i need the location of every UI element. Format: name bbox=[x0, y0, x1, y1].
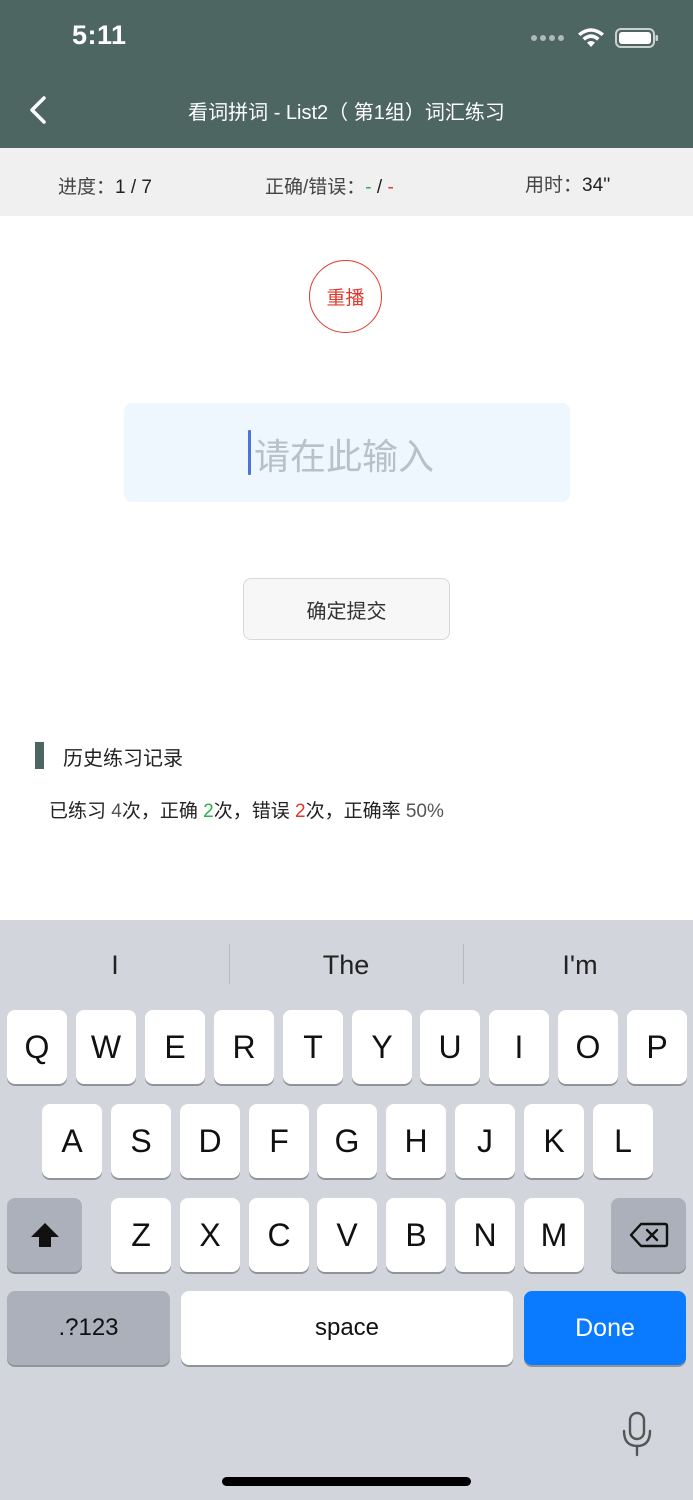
key-a[interactable]: A bbox=[42, 1104, 102, 1178]
key-x[interactable]: X bbox=[180, 1198, 240, 1272]
microphone-icon bbox=[622, 1411, 652, 1457]
key-k[interactable]: K bbox=[524, 1104, 584, 1178]
shift-key[interactable] bbox=[7, 1198, 82, 1272]
wifi-icon bbox=[578, 28, 604, 47]
done-key[interactable]: Done bbox=[524, 1291, 686, 1365]
history-title-marker bbox=[35, 742, 44, 769]
nav-header: 5:11 看词拼词 - List2（ 第1组）词汇练习 bbox=[0, 0, 693, 148]
history-prefix: 已练习 bbox=[49, 801, 112, 822]
wrong-value: - bbox=[387, 177, 394, 198]
time-label: 用时： bbox=[525, 175, 583, 196]
key-m[interactable]: M bbox=[524, 1198, 584, 1272]
practiced-count: 4 bbox=[111, 801, 122, 822]
replay-button[interactable]: 重播 bbox=[309, 260, 382, 333]
key-i[interactable]: I bbox=[489, 1010, 549, 1084]
status-icons bbox=[531, 24, 659, 52]
key-v[interactable]: V bbox=[317, 1198, 377, 1272]
time-value: 34'' bbox=[582, 175, 611, 196]
suggestion-divider bbox=[463, 944, 464, 984]
correct-wrong-stat: 正确/错误：- / - bbox=[265, 172, 394, 199]
page-title: 看词拼词 - List2（ 第1组）词汇练习 bbox=[188, 102, 505, 124]
correct-wrong-separator: / bbox=[376, 177, 383, 198]
correct-wrong-label: 正确/错误： bbox=[265, 177, 366, 198]
key-u[interactable]: U bbox=[420, 1010, 480, 1084]
time-stat: 用时：34'' bbox=[525, 170, 610, 197]
correct-value: - bbox=[365, 177, 372, 198]
key-c[interactable]: C bbox=[249, 1198, 309, 1272]
key-f[interactable]: F bbox=[249, 1104, 309, 1178]
correct-suffix: 次，错误 bbox=[213, 801, 295, 822]
suggestion-2[interactable]: The bbox=[231, 950, 461, 981]
progress-stat: 进度：1 / 7 bbox=[58, 172, 152, 199]
space-key[interactable]: space bbox=[181, 1291, 513, 1365]
backspace-key[interactable] bbox=[611, 1198, 686, 1272]
key-n[interactable]: N bbox=[455, 1198, 515, 1272]
key-e[interactable]: E bbox=[145, 1010, 205, 1084]
history-summary: 已练习 4次，正确 2次，错误 2次，正确率 50% bbox=[49, 796, 444, 823]
progress-label: 进度： bbox=[58, 177, 116, 198]
key-b[interactable]: B bbox=[386, 1198, 446, 1272]
backspace-icon bbox=[629, 1222, 668, 1248]
suggestion-1[interactable]: I bbox=[0, 950, 230, 981]
key-j[interactable]: J bbox=[455, 1104, 515, 1178]
history-title: 历史练习记录 bbox=[63, 748, 183, 770]
key-q[interactable]: Q bbox=[7, 1010, 67, 1084]
key-o[interactable]: O bbox=[558, 1010, 618, 1084]
text-caret bbox=[248, 430, 251, 475]
submit-button[interactable]: 确定提交 bbox=[243, 578, 450, 640]
key-s[interactable]: S bbox=[111, 1104, 171, 1178]
home-indicator bbox=[222, 1477, 471, 1486]
wrong-suffix: 次，正确率 bbox=[305, 801, 406, 822]
suggestion-3[interactable]: I'm bbox=[465, 950, 693, 981]
numbers-key[interactable]: .?123 bbox=[7, 1291, 170, 1365]
history-wrong-count: 2 bbox=[295, 801, 306, 822]
key-t[interactable]: T bbox=[283, 1010, 343, 1084]
suggestion-divider bbox=[229, 944, 230, 984]
practiced-suffix: 次，正确 bbox=[121, 801, 204, 822]
key-l[interactable]: L bbox=[593, 1104, 653, 1178]
key-y[interactable]: Y bbox=[352, 1010, 412, 1084]
signal-icon bbox=[531, 35, 567, 41]
key-p[interactable]: P bbox=[627, 1010, 687, 1084]
status-time: 5:11 bbox=[72, 20, 127, 50]
shift-icon bbox=[30, 1223, 59, 1247]
key-g[interactable]: G bbox=[317, 1104, 377, 1178]
accuracy-value: 50% bbox=[405, 801, 444, 822]
key-z[interactable]: Z bbox=[111, 1198, 171, 1272]
dictation-button[interactable] bbox=[619, 1410, 655, 1458]
battery-icon bbox=[615, 28, 658, 48]
key-r[interactable]: R bbox=[214, 1010, 274, 1084]
key-w[interactable]: W bbox=[76, 1010, 136, 1084]
stats-bar: 进度：1 / 7 正确/错误：- / - 用时：34'' bbox=[0, 148, 693, 216]
history-correct-count: 2 bbox=[203, 801, 214, 822]
progress-value: 1 / 7 bbox=[115, 177, 152, 198]
key-d[interactable]: D bbox=[180, 1104, 240, 1178]
key-h[interactable]: H bbox=[386, 1104, 446, 1178]
answer-input-placeholder: 请在此输入 bbox=[254, 436, 435, 477]
